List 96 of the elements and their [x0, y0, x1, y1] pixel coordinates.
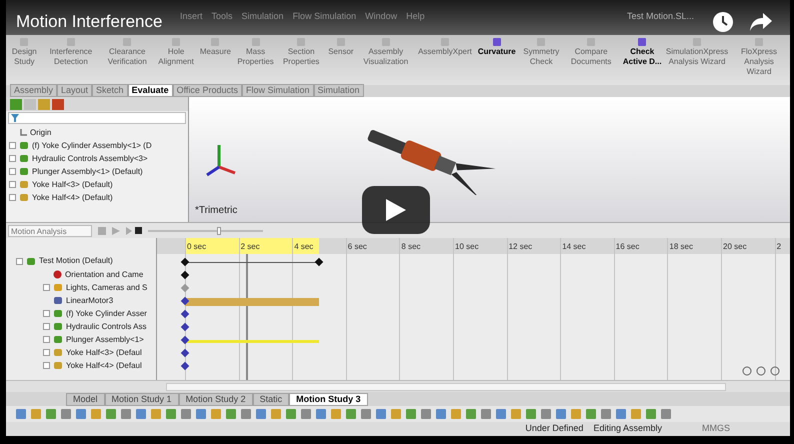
tool-icon [250, 37, 261, 47]
tree-item-label[interactable]: (f) Yoke Cylinder Asser [66, 308, 147, 320]
key-point[interactable] [180, 258, 190, 266]
motor-icon [53, 296, 63, 305]
filter-field[interactable] [8, 112, 186, 124]
time-label: 10 sec [454, 241, 479, 253]
status-text: Under Defined [525, 422, 584, 436]
tree-item-label[interactable]: LinearMotor3 [66, 294, 114, 306]
study-tab[interactable]: Static [252, 393, 290, 406]
menu-item[interactable]: Simulation [242, 10, 284, 24]
ribbon-tab[interactable]: Sketch [92, 84, 128, 97]
tree-item-label[interactable]: Hydraulic Controls Ass [66, 320, 146, 332]
key-point[interactable] [180, 348, 190, 358]
time-label: 2 sec [240, 241, 260, 253]
menu-item[interactable]: Flow Simulation [292, 10, 356, 24]
tree-item-label[interactable]: Orientation and Came [65, 268, 144, 280]
tool-icon [692, 37, 702, 47]
tool-icon [492, 37, 502, 47]
origin-icon [19, 128, 27, 136]
tree-item-label[interactable]: (f) Yoke Cylinder Assembly<1> (D [32, 140, 152, 152]
ribbon-tab[interactable]: Assembly [10, 84, 58, 97]
time-label: 2 [776, 241, 782, 253]
horizontal-scrollbar[interactable] [6, 380, 790, 392]
tree-item-label[interactable]: Yoke Half<3> (Defaul [66, 346, 142, 358]
expand-icon[interactable] [43, 284, 50, 291]
time-label: 0 sec [186, 241, 206, 253]
document-title: Test Motion.SL... [626, 10, 694, 23]
folder-icon [53, 283, 63, 292]
ribbon-button[interactable]: Curvature [474, 37, 519, 57]
filter-icon [11, 114, 19, 122]
study-tab[interactable]: Motion Study 2 [178, 393, 253, 406]
key-point[interactable] [180, 270, 190, 280]
key-point[interactable] [180, 310, 190, 318]
play-button[interactable] [362, 186, 430, 234]
tool-icon [380, 37, 391, 47]
menu-item[interactable]: Insert [180, 10, 203, 24]
tool-icon [66, 37, 76, 47]
tool-icon [210, 37, 220, 47]
expand-icon[interactable] [16, 258, 23, 264]
ribbon-tab[interactable]: Simulation [314, 84, 364, 97]
tree-item-label[interactable]: Plunger Assembly<1> [66, 334, 144, 346]
time-label: 4 sec [293, 241, 314, 253]
key-point[interactable] [180, 336, 190, 344]
tool-icon [19, 37, 30, 47]
playhead-line[interactable] [246, 254, 248, 380]
study-type-dropdown[interactable]: Motion Analysis [8, 224, 92, 236]
tool-icon [171, 37, 182, 47]
study-tab[interactable]: Motion Study 3 [289, 393, 368, 406]
menu-item[interactable]: Help [406, 10, 425, 24]
playback-slider-thumb[interactable] [217, 226, 221, 234]
study-tab[interactable]: Motion Study 1 [104, 393, 179, 406]
study-tab[interactable]: Model [66, 393, 105, 406]
video-title: Motion Interference [16, 12, 162, 32]
time-label: 16 sec [614, 241, 640, 253]
key-point[interactable] [180, 322, 190, 332]
menu-item[interactable]: Window [365, 10, 398, 24]
tool-icon [754, 37, 764, 47]
tree-item-label[interactable]: Hydraulic Controls Assembly<3> [32, 152, 148, 164]
tool-icon [637, 37, 648, 47]
tree-item-label[interactable]: Origin [30, 126, 52, 138]
ribbon-tab[interactable]: Evaluate [128, 84, 173, 97]
tool-icon [122, 37, 132, 47]
tree-item-label[interactable]: Test Motion (Default) [39, 255, 113, 267]
play-icon [386, 199, 406, 221]
tool-icon [586, 37, 596, 47]
ribbon-tab[interactable]: Flow Simulation [242, 84, 314, 97]
key-point[interactable] [314, 258, 324, 266]
status-text: Editing Assembly [593, 422, 662, 436]
tool-icon [336, 37, 346, 47]
time-label: 18 sec [668, 241, 693, 253]
menu-item[interactable]: Tools [212, 10, 233, 24]
time-label: 6 sec [346, 241, 367, 253]
camera-icon [53, 270, 62, 279]
tree-item-label[interactable]: Yoke Half<3> (Default) [32, 178, 113, 190]
assembly-icon [26, 256, 36, 266]
panel-tabs-icon[interactable] [10, 98, 64, 110]
tree-item-label[interactable]: Yoke Half<4> (Default) [32, 192, 113, 204]
ribbon-tab[interactable]: Layout [57, 84, 92, 97]
tool-icon [440, 37, 450, 47]
time-label: 12 sec [508, 241, 532, 253]
units-text[interactable]: MMGS [702, 422, 730, 436]
time-label: 14 sec [561, 241, 586, 253]
tool-icon [536, 37, 546, 47]
time-label: 20 sec [722, 241, 747, 253]
tree-item-label[interactable]: Lights, Cameras and S [66, 282, 148, 294]
key-point[interactable] [180, 362, 190, 370]
ribbon-tab[interactable]: Office Products [172, 84, 242, 97]
tree-item-label[interactable]: Yoke Half<4> (Defaul [66, 360, 142, 372]
clock-icon[interactable] [712, 11, 734, 33]
time-label: 8 sec [400, 241, 421, 253]
ribbon-button[interactable]: Check Active D... [618, 37, 666, 67]
share-icon[interactable] [750, 13, 772, 31]
tree-item-label[interactable]: Plunger Assembly<1> (Default) [32, 166, 143, 178]
view-orientation-label: *Trimetric [195, 204, 238, 218]
play-controls-icon[interactable] [98, 226, 142, 236]
tool-icon [296, 37, 306, 47]
